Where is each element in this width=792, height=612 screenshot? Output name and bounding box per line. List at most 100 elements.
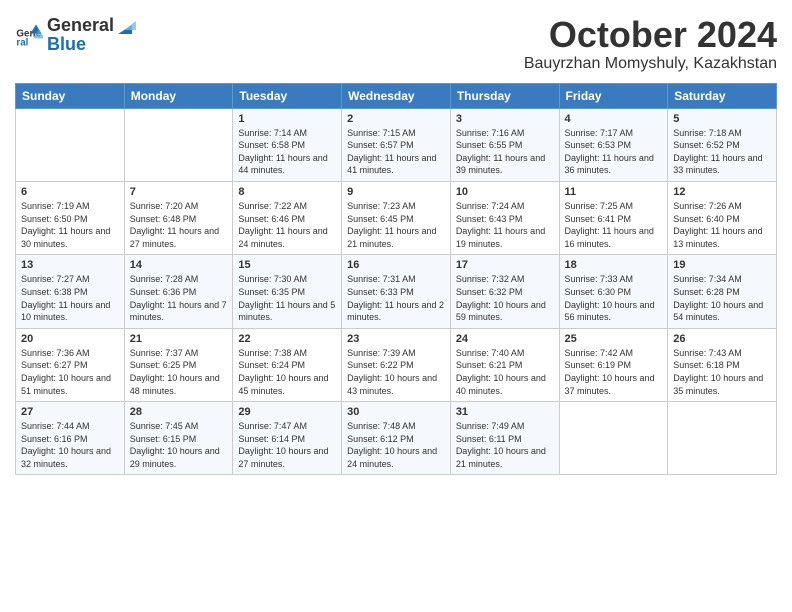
day-number: 1 bbox=[238, 113, 336, 125]
day-number: 19 bbox=[673, 259, 771, 271]
day-cell: 8 Sunrise: 7:22 AMSunset: 6:46 PMDaylight… bbox=[233, 181, 342, 254]
day-detail: Sunrise: 7:34 AMSunset: 6:28 PMDaylight:… bbox=[673, 273, 771, 323]
logo-icon: Gene ral bbox=[15, 21, 43, 49]
header-thursday: Thursday bbox=[450, 83, 559, 108]
day-detail: Sunrise: 7:45 AMSunset: 6:15 PMDaylight:… bbox=[130, 420, 228, 470]
day-cell: 29 Sunrise: 7:47 AMSunset: 6:14 PMDayligh… bbox=[233, 402, 342, 475]
day-detail: Sunrise: 7:16 AMSunset: 6:55 PMDaylight:… bbox=[456, 127, 554, 177]
day-cell: 31 Sunrise: 7:49 AMSunset: 6:11 PMDayligh… bbox=[450, 402, 559, 475]
week-row-0: 1 Sunrise: 7:14 AMSunset: 6:58 PMDaylight… bbox=[16, 108, 777, 181]
day-detail: Sunrise: 7:44 AMSunset: 6:16 PMDaylight:… bbox=[21, 420, 119, 470]
day-detail: Sunrise: 7:28 AMSunset: 6:36 PMDaylight:… bbox=[130, 273, 228, 323]
svg-text:ral: ral bbox=[16, 38, 28, 49]
day-detail: Sunrise: 7:14 AMSunset: 6:58 PMDaylight:… bbox=[238, 127, 336, 177]
day-number: 30 bbox=[347, 406, 445, 418]
day-cell bbox=[559, 402, 668, 475]
day-number: 26 bbox=[673, 333, 771, 345]
day-number: 17 bbox=[456, 259, 554, 271]
day-number: 29 bbox=[238, 406, 336, 418]
day-number: 14 bbox=[130, 259, 228, 271]
day-detail: Sunrise: 7:27 AMSunset: 6:38 PMDaylight:… bbox=[21, 273, 119, 323]
day-detail: Sunrise: 7:18 AMSunset: 6:52 PMDaylight:… bbox=[673, 127, 771, 177]
day-cell: 3 Sunrise: 7:16 AMSunset: 6:55 PMDaylight… bbox=[450, 108, 559, 181]
day-cell: 18 Sunrise: 7:33 AMSunset: 6:30 PMDayligh… bbox=[559, 255, 668, 328]
day-number: 28 bbox=[130, 406, 228, 418]
day-detail: Sunrise: 7:47 AMSunset: 6:14 PMDaylight:… bbox=[238, 420, 336, 470]
day-detail: Sunrise: 7:19 AMSunset: 6:50 PMDaylight:… bbox=[21, 200, 119, 250]
day-detail: Sunrise: 7:49 AMSunset: 6:11 PMDaylight:… bbox=[456, 420, 554, 470]
header-row: SundayMondayTuesdayWednesdayThursdayFrid… bbox=[16, 83, 777, 108]
header-friday: Friday bbox=[559, 83, 668, 108]
month-title: October 2024 bbox=[524, 15, 777, 55]
day-detail: Sunrise: 7:48 AMSunset: 6:12 PMDaylight:… bbox=[347, 420, 445, 470]
day-detail: Sunrise: 7:39 AMSunset: 6:22 PMDaylight:… bbox=[347, 347, 445, 397]
week-row-3: 20Sunrise: 7:36 AMSunset: 6:27 PMDayligh… bbox=[16, 328, 777, 401]
day-number: 13 bbox=[21, 259, 119, 271]
day-cell: 6 Sunrise: 7:19 AMSunset: 6:50 PMDaylight… bbox=[16, 181, 125, 254]
day-number: 3 bbox=[456, 113, 554, 125]
day-number: 31 bbox=[456, 406, 554, 418]
day-detail: Sunrise: 7:25 AMSunset: 6:41 PMDaylight:… bbox=[565, 200, 663, 250]
day-detail: Sunrise: 7:20 AMSunset: 6:48 PMDaylight:… bbox=[130, 200, 228, 250]
day-cell: 23 Sunrise: 7:39 AMSunset: 6:22 PMDayligh… bbox=[342, 328, 451, 401]
day-detail: Sunrise: 7:17 AMSunset: 6:53 PMDaylight:… bbox=[565, 127, 663, 177]
day-detail: Sunrise: 7:31 AMSunset: 6:33 PMDaylight:… bbox=[347, 273, 445, 323]
day-cell: 15Sunrise: 7:30 AMSunset: 6:35 PMDayligh… bbox=[233, 255, 342, 328]
title-block: October 2024 Bauyrzhan Momyshuly, Kazakh… bbox=[524, 15, 777, 73]
header-tuesday: Tuesday bbox=[233, 83, 342, 108]
week-row-1: 6 Sunrise: 7:19 AMSunset: 6:50 PMDaylight… bbox=[16, 181, 777, 254]
day-cell: 5 Sunrise: 7:18 AMSunset: 6:52 PMDaylight… bbox=[668, 108, 777, 181]
logo-text: General Blue bbox=[47, 15, 136, 55]
day-detail: Sunrise: 7:36 AMSunset: 6:27 PMDaylight:… bbox=[21, 347, 119, 397]
day-cell: 13 Sunrise: 7:27 AMSunset: 6:38 PMDayligh… bbox=[16, 255, 125, 328]
day-cell: 20Sunrise: 7:36 AMSunset: 6:27 PMDayligh… bbox=[16, 328, 125, 401]
day-number: 16 bbox=[347, 259, 445, 271]
day-number: 23 bbox=[347, 333, 445, 345]
day-cell: 22Sunrise: 7:38 AMSunset: 6:24 PMDayligh… bbox=[233, 328, 342, 401]
day-cell: 16 Sunrise: 7:31 AMSunset: 6:33 PMDayligh… bbox=[342, 255, 451, 328]
day-cell: 24 Sunrise: 7:40 AMSunset: 6:21 PMDayligh… bbox=[450, 328, 559, 401]
day-detail: Sunrise: 7:33 AMSunset: 6:30 PMDaylight:… bbox=[565, 273, 663, 323]
day-detail: Sunrise: 7:32 AMSunset: 6:32 PMDaylight:… bbox=[456, 273, 554, 323]
day-cell: 10Sunrise: 7:24 AMSunset: 6:43 PMDayligh… bbox=[450, 181, 559, 254]
day-cell: 19 Sunrise: 7:34 AMSunset: 6:28 PMDayligh… bbox=[668, 255, 777, 328]
day-cell: 12 Sunrise: 7:26 AMSunset: 6:40 PMDayligh… bbox=[668, 181, 777, 254]
day-cell: 28 Sunrise: 7:45 AMSunset: 6:15 PMDayligh… bbox=[124, 402, 233, 475]
day-number: 8 bbox=[238, 186, 336, 198]
day-number: 18 bbox=[565, 259, 663, 271]
header-wednesday: Wednesday bbox=[342, 83, 451, 108]
calendar-table: SundayMondayTuesdayWednesdayThursdayFrid… bbox=[15, 83, 777, 476]
day-detail: Sunrise: 7:43 AMSunset: 6:18 PMDaylight:… bbox=[673, 347, 771, 397]
day-detail: Sunrise: 7:40 AMSunset: 6:21 PMDaylight:… bbox=[456, 347, 554, 397]
day-cell: 26 Sunrise: 7:43 AMSunset: 6:18 PMDayligh… bbox=[668, 328, 777, 401]
header-saturday: Saturday bbox=[668, 83, 777, 108]
day-cell: 21 Sunrise: 7:37 AMSunset: 6:25 PMDayligh… bbox=[124, 328, 233, 401]
day-number: 4 bbox=[565, 113, 663, 125]
day-number: 25 bbox=[565, 333, 663, 345]
day-cell: 11 Sunrise: 7:25 AMSunset: 6:41 PMDayligh… bbox=[559, 181, 668, 254]
header-monday: Monday bbox=[124, 83, 233, 108]
logo: Gene ral General Blue bbox=[15, 15, 136, 55]
day-cell: 1 Sunrise: 7:14 AMSunset: 6:58 PMDaylight… bbox=[233, 108, 342, 181]
day-cell: 30 Sunrise: 7:48 AMSunset: 6:12 PMDayligh… bbox=[342, 402, 451, 475]
day-number: 12 bbox=[673, 186, 771, 198]
day-number: 2 bbox=[347, 113, 445, 125]
day-number: 10 bbox=[456, 186, 554, 198]
day-number: 22 bbox=[238, 333, 336, 345]
location-title: Bauyrzhan Momyshuly, Kazakhstan bbox=[524, 55, 777, 73]
day-number: 11 bbox=[565, 186, 663, 198]
day-cell: 7 Sunrise: 7:20 AMSunset: 6:48 PMDaylight… bbox=[124, 181, 233, 254]
day-detail: Sunrise: 7:22 AMSunset: 6:46 PMDaylight:… bbox=[238, 200, 336, 250]
day-number: 5 bbox=[673, 113, 771, 125]
day-detail: Sunrise: 7:30 AMSunset: 6:35 PMDaylight:… bbox=[238, 273, 336, 323]
day-number: 21 bbox=[130, 333, 228, 345]
header-sunday: Sunday bbox=[16, 83, 125, 108]
day-number: 24 bbox=[456, 333, 554, 345]
day-cell: 17 Sunrise: 7:32 AMSunset: 6:32 PMDayligh… bbox=[450, 255, 559, 328]
day-cell bbox=[16, 108, 125, 181]
day-number: 6 bbox=[21, 186, 119, 198]
day-number: 7 bbox=[130, 186, 228, 198]
day-detail: Sunrise: 7:26 AMSunset: 6:40 PMDaylight:… bbox=[673, 200, 771, 250]
week-row-2: 13 Sunrise: 7:27 AMSunset: 6:38 PMDayligh… bbox=[16, 255, 777, 328]
day-detail: Sunrise: 7:37 AMSunset: 6:25 PMDaylight:… bbox=[130, 347, 228, 397]
